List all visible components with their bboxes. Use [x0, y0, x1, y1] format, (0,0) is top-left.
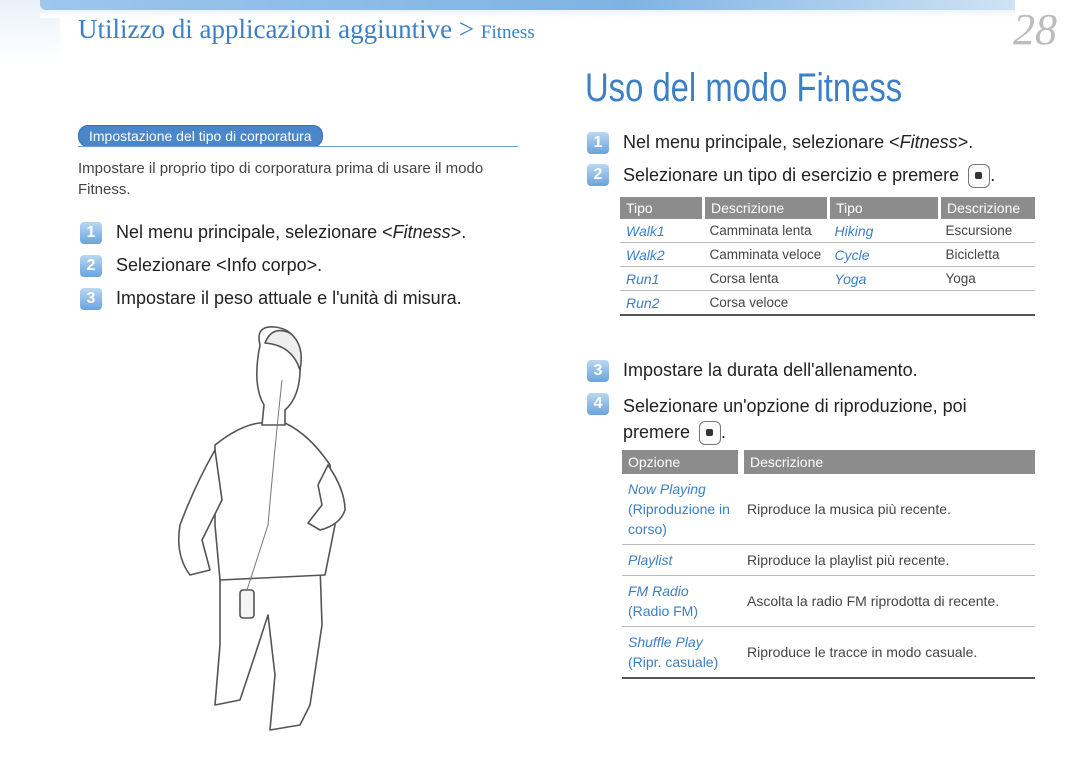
- type-cell: [828, 290, 940, 316]
- type-cell: Run1: [620, 266, 704, 291]
- header-cell: Tipo: [827, 197, 940, 219]
- step-text-main: Selezionare un tipo di esercizio e preme…: [623, 164, 960, 185]
- figure-legs: [214, 564, 323, 731]
- step-text-line1: Selezionare un'opzione di riproduzione, …: [623, 396, 967, 416]
- type-cell: Hiking: [828, 219, 940, 243]
- header-bar: [40, 0, 1015, 10]
- step-number: 1: [587, 132, 609, 154]
- type-cell: Walk2: [620, 242, 704, 267]
- table-header-row: Opzione Descrizione: [622, 450, 1035, 474]
- subheading-pill: Impostazione del tipo di corporatura: [78, 125, 323, 147]
- step-number: 1: [80, 222, 102, 244]
- table-row: Shuffle Play (Ripr. casuale) Riproduce le…: [622, 626, 1035, 679]
- description-cell: Riproduce le tracce in modo casuale.: [741, 626, 1035, 679]
- header-cell: Descrizione: [702, 197, 829, 219]
- description-cell: Escursione: [939, 219, 1035, 243]
- right-step-2: 2 Selezionare un tipo di esercizio e pre…: [587, 164, 995, 188]
- step-number: 4: [587, 393, 609, 415]
- table-row: Walk1 Camminata lenta Hiking Escursione: [620, 219, 1035, 243]
- left-step-2: 2 Selezionare <Info corpo>.: [80, 255, 322, 277]
- step-text-post: >.: [450, 222, 467, 242]
- exercise-type-table: Tipo Descrizione Tipo Descrizione Walk1 …: [620, 197, 1035, 316]
- step-number: 2: [587, 164, 609, 186]
- type-cell: Cycle: [828, 242, 940, 267]
- description-cell: Riproduce la musica più recente.: [741, 474, 1035, 545]
- intro-paragraph: Impostare il proprio tipo di corporatura…: [78, 160, 484, 198]
- description-cell: Corsa lenta: [703, 266, 829, 291]
- table-row: Now Playing (Riproduzione in corso) Ripro…: [622, 474, 1035, 545]
- table-row: Run2 Corsa veloce: [620, 290, 1035, 316]
- type-cell: Walk1: [620, 219, 704, 243]
- right-step-4: 4 Selezionare un'opzione di riproduzione…: [587, 393, 967, 446]
- step-text-pre: Nel menu principale, selezionare <: [623, 132, 900, 152]
- step-text-emphasis: Fitness: [899, 132, 958, 152]
- left-step-1: 1 Nel menu principale, selezionare <Fitn…: [80, 222, 466, 244]
- option-cell: Shuffle Play (Ripr. casuale): [622, 626, 741, 679]
- option-alt-name: (Riproduzione in corso): [628, 501, 730, 537]
- step-text-emphasis: Fitness: [392, 222, 451, 242]
- description-cell: Ascolta la radio FM riprodotta di recent…: [741, 575, 1035, 627]
- left-step-3: 3 Impostare il peso attuale e l'unità di…: [80, 288, 462, 310]
- step-text: Selezionare un'opzione di riproduzione, …: [623, 393, 967, 446]
- table-row: Walk2 Camminata veloce Cycle Bicicletta: [620, 242, 1035, 267]
- section-title: Utilizzo di applicazioni aggiuntive > Fi…: [78, 14, 535, 45]
- description-cell: Corsa veloce: [703, 290, 829, 316]
- step-number: 3: [587, 360, 609, 382]
- table-row: FM Radio (Radio FM) Ascolta la radio FM r…: [622, 575, 1035, 627]
- option-alt-name: (Ripr. casuale): [628, 654, 719, 670]
- table-row: Run1 Corsa lenta Yoga Yoga: [620, 266, 1035, 291]
- description-cell: Camminata lenta: [703, 219, 829, 243]
- description-cell: Camminata veloce: [703, 242, 829, 267]
- option-name: Playlist: [628, 552, 673, 568]
- step-text: Impostare la durata dell'allenamento.: [623, 360, 918, 380]
- option-alt-name: (Radio FM): [628, 603, 699, 619]
- option-cell: Playlist: [622, 544, 741, 576]
- option-name: Now Playing: [628, 481, 706, 497]
- type-cell: Run2: [620, 290, 704, 316]
- description-cell: Riproduce la playlist più recente.: [741, 544, 1035, 576]
- subheading-rule: [78, 146, 518, 147]
- header-cell: Tipo: [620, 197, 704, 219]
- step-text: Selezionare un tipo di esercizio e preme…: [623, 164, 995, 188]
- option-cell: Now Playing (Riproduzione in corso): [622, 474, 741, 545]
- subsection-name: Fitness: [480, 22, 535, 43]
- table-header-row: Tipo Descrizione Tipo Descrizione: [620, 197, 1035, 219]
- header-cell: Opzione: [622, 450, 741, 474]
- step-number: 2: [80, 255, 102, 277]
- figure-left-arm: [177, 449, 223, 576]
- select-button-icon: [968, 164, 991, 188]
- right-step-1: 1 Nel menu principale, selezionare <Fitn…: [587, 132, 973, 154]
- step-text-line2: premere: [623, 422, 691, 442]
- step-text-post: .: [721, 422, 727, 442]
- playback-option-table: Opzione Descrizione Now Playing (Riproduz…: [622, 450, 1035, 679]
- header-cell: Descrizione: [938, 197, 1035, 219]
- option-name: FM Radio: [628, 583, 689, 599]
- option-name: Shuffle Play: [628, 634, 703, 650]
- option-cell: FM Radio (Radio FM): [622, 575, 741, 627]
- step-text-post: >.: [957, 132, 974, 152]
- description-cell: Yoga: [939, 266, 1035, 291]
- description-cell: [939, 290, 1035, 316]
- page-number: 28: [1013, 5, 1057, 54]
- step-text: Impostare il peso attuale e l'unità di m…: [116, 288, 462, 308]
- step-text: Nel menu principale, selezionare <Fitnes…: [623, 132, 973, 153]
- section-name: Utilizzo di applicazioni aggiuntive: [78, 14, 453, 44]
- mp3-player: [239, 589, 255, 619]
- table-row: Playlist Riproduce la playlist più recen…: [622, 544, 1035, 576]
- right-step-3: 3 Impostare la durata dell'allenamento.: [587, 360, 918, 382]
- page-title: Uso del modo Fitness: [585, 66, 903, 110]
- breadcrumb-separator: >: [458, 14, 475, 44]
- step-text: Nel menu principale, selezionare <Fitnes…: [116, 222, 466, 243]
- type-cell: Yoga: [828, 266, 940, 291]
- header-cell: Descrizione: [738, 450, 1035, 474]
- step-text: Selezionare <Info corpo>.: [116, 255, 323, 275]
- step-text-pre: Nel menu principale, selezionare <: [116, 222, 393, 242]
- runner-illustration: [177, 326, 346, 731]
- select-button-icon: [699, 421, 722, 446]
- step-number: 3: [80, 288, 102, 310]
- step-text-post: .: [990, 164, 996, 185]
- description-cell: Bicicletta: [939, 242, 1035, 267]
